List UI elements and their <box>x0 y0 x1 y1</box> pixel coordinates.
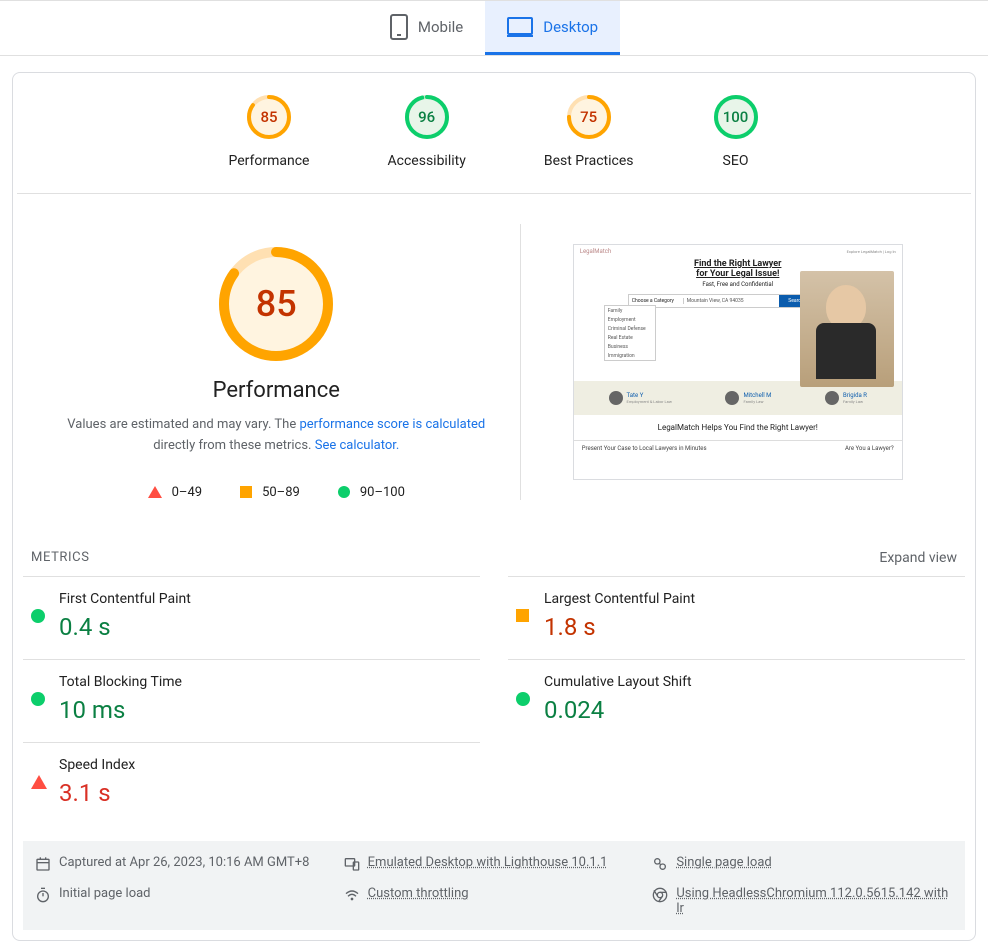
circle-icon <box>31 609 45 623</box>
page-screenshot-thumbnail[interactable]: LegalMatchExplore LegalMatch | Log In Fi… <box>573 244 903 480</box>
square-icon <box>516 609 529 622</box>
calendar-icon <box>35 856 51 872</box>
env-emulated: Emulated Desktop with Lighthouse 10.1.1 <box>344 855 645 872</box>
gauge-accessibility-label: Accessibility <box>388 153 466 169</box>
gauge-best-practices-label: Best Practices <box>544 153 634 169</box>
metric-fcp[interactable]: First Contentful Paint 0.4 s <box>23 576 480 659</box>
score-legend: 0–49 50–89 90–100 <box>148 485 405 500</box>
env-throttling: Custom throttling <box>344 886 645 916</box>
circle-icon <box>31 692 45 706</box>
device-tabs: Mobile Desktop <box>0 0 988 56</box>
performance-description: Values are estimated and may vary. The p… <box>59 415 494 457</box>
metrics-grid: First Contentful Paint 0.4 s Largest Con… <box>13 576 975 841</box>
gauge-seo[interactable]: 100 SEO <box>712 93 760 169</box>
gauge-best-practices[interactable]: 75 Best Practices <box>544 93 634 169</box>
performance-section: 85 Performance Values are estimated and … <box>13 194 975 510</box>
tab-desktop-label: Desktop <box>543 18 598 36</box>
report-panel: 85 Performance 96 Accessibility 75 Best … <box>12 72 976 941</box>
mobile-icon <box>390 14 408 40</box>
env-captured: Captured at Apr 26, 2023, 10:16 AM GMT+8 <box>35 855 336 872</box>
chrome-icon <box>652 887 668 903</box>
tab-desktop[interactable]: Desktop <box>485 1 620 55</box>
gauge-best-practices-score: 75 <box>565 93 613 141</box>
devices-icon <box>344 856 360 872</box>
metrics-title: METRICS <box>31 550 90 565</box>
performance-big-gauge: 85 <box>216 244 336 364</box>
metric-cls[interactable]: Cumulative Layout Shift 0.024 <box>508 659 965 742</box>
gauge-seo-score: 100 <box>712 93 760 141</box>
metric-lcp[interactable]: Largest Contentful Paint 1.8 s <box>508 576 965 659</box>
category-gauges: 85 Performance 96 Accessibility 75 Best … <box>13 93 975 193</box>
timer-icon <box>652 856 668 872</box>
expand-view-button[interactable]: Expand view <box>879 550 957 566</box>
gauge-performance-score: 85 <box>245 93 293 141</box>
gauge-accessibility[interactable]: 96 Accessibility <box>388 93 466 169</box>
env-initial-load: Initial page load <box>35 886 336 916</box>
env-single-page-load: Single page load <box>652 855 953 872</box>
tab-mobile-label: Mobile <box>418 18 463 36</box>
env-chromium: Using HeadlessChromium 112.0.5615.142 wi… <box>652 886 953 916</box>
triangle-icon <box>148 486 162 498</box>
gauge-accessibility-score: 96 <box>403 93 451 141</box>
triangle-icon <box>31 775 47 789</box>
gauge-seo-label: SEO <box>723 153 749 169</box>
square-icon <box>240 486 252 498</box>
link-see-calculator[interactable]: See calculator. <box>315 438 400 453</box>
metric-tbt[interactable]: Total Blocking Time 10 ms <box>23 659 480 742</box>
circle-icon <box>516 692 530 706</box>
link-score-calculated[interactable]: performance score is calculated <box>299 417 485 432</box>
desktop-icon <box>507 17 533 37</box>
tab-mobile[interactable]: Mobile <box>368 1 485 55</box>
metric-speed-index[interactable]: Speed Index 3.1 s <box>23 742 480 825</box>
gauge-performance[interactable]: 85 Performance <box>229 93 310 169</box>
performance-title: Performance <box>213 378 340 403</box>
gauge-performance-label: Performance <box>229 153 310 169</box>
network-icon <box>344 887 360 903</box>
performance-big-score: 85 <box>216 244 336 364</box>
stopwatch-icon <box>35 887 51 903</box>
circle-icon <box>338 486 350 498</box>
environment-info: Captured at Apr 26, 2023, 10:16 AM GMT+8… <box>23 841 965 930</box>
